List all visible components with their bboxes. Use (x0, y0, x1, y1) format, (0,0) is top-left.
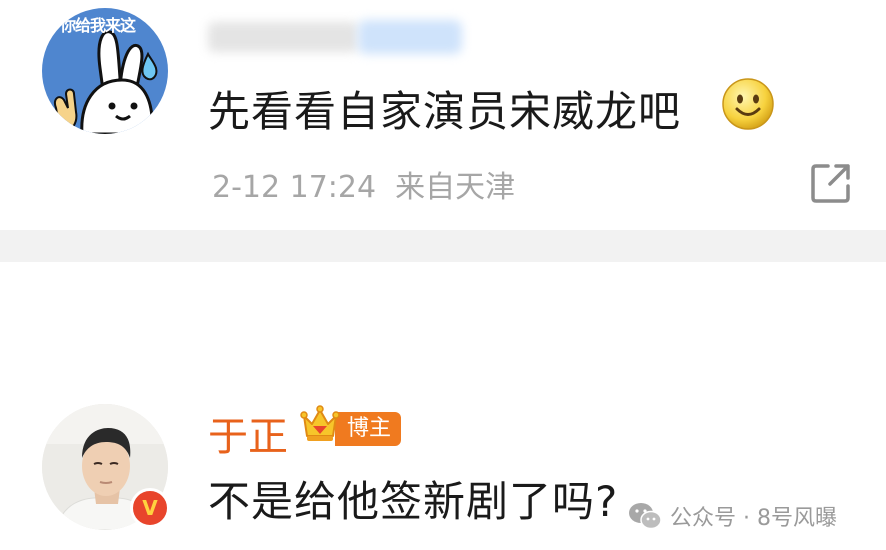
wechat-icon (629, 503, 662, 530)
blurred-username (208, 22, 358, 52)
avatar-caption: 你给我来这 (60, 16, 136, 35)
verified-badge: V (130, 488, 170, 528)
crown-icon (300, 405, 340, 441)
comment-date: 2-12 17:24 (212, 170, 377, 205)
verified-badge-label: V (142, 496, 158, 520)
role-badge: 博主 (335, 412, 402, 446)
comment-list: 你给我来这 先看看自家演员宋威龙吧 2-12 17:24 来自天津 V 于正 博… (0, 0, 886, 550)
comment-text: 先看看自家演员宋威龙吧 (208, 87, 682, 136)
comment-meta: 2-12 17:24 来自天津 (212, 162, 515, 206)
watermark: 公众号 · 8号风曝 (628, 500, 837, 532)
share-icon[interactable] (808, 160, 854, 206)
comment-location: 来自天津 (395, 170, 516, 205)
watermark-text: 公众号 · 8号风曝 (670, 506, 837, 531)
username[interactable]: 于正 (208, 404, 288, 462)
comment-text: 不是给他签新剧了吗? (208, 477, 619, 526)
section-divider (0, 230, 886, 262)
avatar[interactable]: 你给我来这 (42, 8, 168, 134)
blurred-badge (358, 20, 462, 54)
smile-emoji-icon (722, 78, 774, 130)
